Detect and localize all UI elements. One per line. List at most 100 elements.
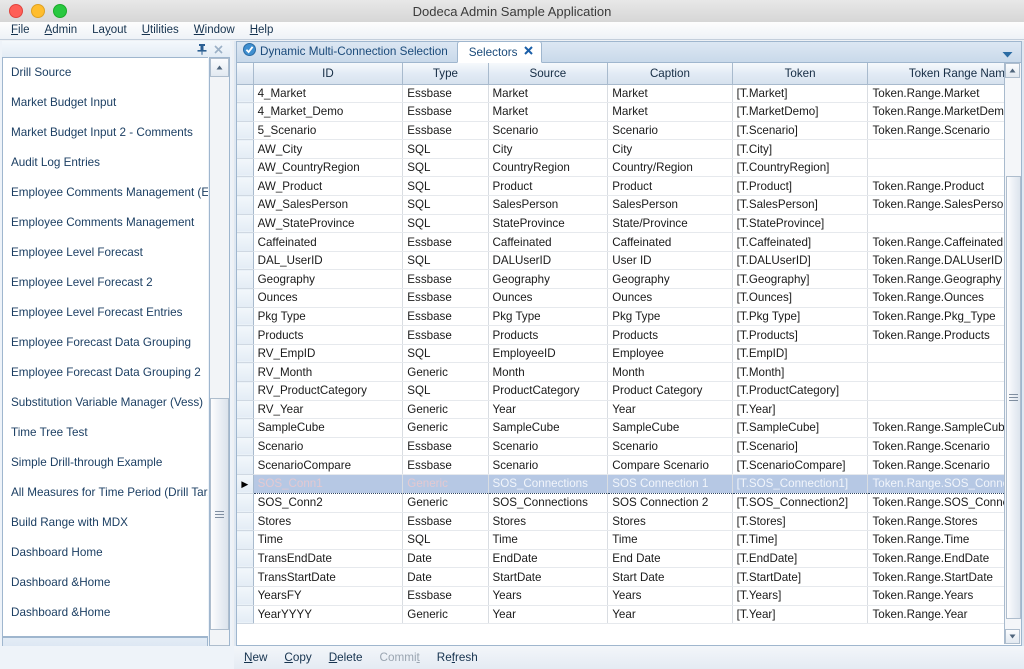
table-cell[interactable]: Token.Range.Product	[867, 176, 1021, 197]
table-cell[interactable]: Scenario	[488, 121, 609, 141]
row-header-cell[interactable]	[237, 288, 254, 308]
row-header-cell[interactable]	[237, 586, 254, 606]
table-cell[interactable]: Token.Range.MarketDemo	[867, 102, 1021, 122]
table-cell[interactable]: Market	[607, 84, 733, 104]
table-cell[interactable]	[867, 139, 1021, 159]
table-cell[interactable]: [T.Ounces]	[732, 288, 869, 308]
table-cell[interactable]: [T.Scenario]	[732, 437, 869, 457]
table-row[interactable]: AW_StateProvince SQL StateProvince State/Pr…	[237, 214, 1021, 234]
table-cell[interactable]: [T.Geography]	[732, 269, 869, 290]
table-cell[interactable]: [T.Year]	[732, 400, 869, 420]
table-row[interactable]: Pkg Type Essbase Pkg Type Pkg Type [T.Pkg Ty…	[237, 307, 1021, 327]
table-row[interactable]: YearsFY Essbase Years Years [T.Years] Token.R…	[237, 586, 1021, 606]
table-cell[interactable]: Time	[253, 530, 404, 550]
row-header-cell[interactable]	[237, 530, 254, 550]
table-cell[interactable]	[867, 381, 1021, 401]
sidebar-item[interactable]: Dashboard Home	[3, 538, 208, 568]
table-cell[interactable]: Token.Range.Years	[867, 586, 1021, 606]
table-cell[interactable]	[867, 158, 1021, 178]
table-cell[interactable]: Token.Range.SalesPerson	[867, 195, 1021, 215]
table-cell[interactable]: SOS_Connections	[488, 493, 609, 513]
table-cell[interactable]	[867, 362, 1021, 382]
row-header-cell[interactable]	[237, 121, 254, 141]
table-cell[interactable]: City	[488, 139, 609, 159]
sidebar-item[interactable]: Build Range with MDX	[3, 508, 208, 538]
sidebar-item[interactable]: Employee Forecast Data Grouping 2	[3, 358, 208, 388]
table-cell[interactable]: Time	[488, 530, 609, 550]
table-cell[interactable]: Pkg Type	[253, 307, 404, 327]
selectors-grid[interactable]: ID Type Source Caption Token Token Range Name…	[236, 63, 1022, 646]
table-cell[interactable]: [T.SOS_Connection2]	[732, 493, 869, 513]
table-cell[interactable]: 4_Market_Demo	[253, 102, 404, 122]
sidebar-item[interactable]: Headcount Forecast with Username	[3, 628, 208, 636]
table-cell[interactable]: Token.Range.Products	[867, 325, 1021, 345]
table-cell[interactable]: AW_City	[253, 139, 404, 159]
sidebar-item[interactable]: Drill Source	[3, 58, 208, 88]
table-cell[interactable]: SampleCube	[253, 418, 404, 438]
table-cell[interactable]: Essbase	[402, 232, 489, 252]
sidebar-item[interactable]: Dashboard &Home	[3, 598, 208, 628]
table-cell[interactable]: CountryRegion	[488, 158, 609, 178]
table-cell[interactable]: YearsFY	[253, 586, 404, 606]
close-icon[interactable]	[524, 46, 534, 58]
table-cell[interactable]: Token.Range.Market	[867, 84, 1021, 104]
table-cell[interactable]: SOS_Conn2	[253, 493, 404, 513]
table-row[interactable]: 4_Market Essbase Market Market [T.Market] Tok…	[237, 84, 1021, 104]
table-cell[interactable]: EmployeeID	[488, 344, 609, 364]
table-cell[interactable]: Token.Range.SampleCube	[867, 418, 1021, 438]
table-cell[interactable]: Essbase	[402, 307, 489, 327]
table-cell[interactable]: [T.Scenario]	[732, 121, 869, 141]
menu-item-help[interactable]: Help	[243, 23, 282, 38]
row-header-cell[interactable]	[237, 84, 254, 104]
row-header-cell[interactable]	[237, 232, 254, 252]
table-row[interactable]: Geography Essbase Geography Geography [T.Geo…	[237, 269, 1021, 290]
table-row[interactable]: Scenario Essbase Scenario Scenario [T.Scenar…	[237, 437, 1021, 457]
sidebar-scrollbar[interactable]	[209, 57, 230, 665]
table-cell[interactable]: Years	[488, 586, 609, 606]
table-cell[interactable]: StartDate	[488, 567, 609, 587]
sidebar-view-list[interactable]: Drill Source Market Budget Input Market Bu…	[2, 57, 208, 637]
delete-button[interactable]: Delete	[329, 651, 363, 664]
document-title[interactable]: Dynamic Multi-Connection Selection	[237, 43, 457, 62]
sidebar-item[interactable]: Market Budget Input 2 - Comments	[3, 118, 208, 148]
table-cell[interactable]: Token.Range.EndDate	[867, 549, 1021, 569]
table-cell[interactable]: SQL	[402, 344, 489, 364]
sidebar-item[interactable]: Substitution Variable Manager (Vess)	[3, 388, 208, 418]
table-cell[interactable]: DALUserID	[488, 251, 609, 271]
table-cell[interactable]: Essbase	[402, 84, 489, 104]
table-cell[interactable]: Scenario	[488, 437, 609, 457]
menu-item-admin[interactable]: Admin	[38, 23, 86, 38]
row-header-cell[interactable]	[237, 567, 254, 587]
new-button[interactable]: New	[244, 651, 267, 664]
menu-item-utilities[interactable]: Utilities	[135, 23, 187, 38]
row-header-cell[interactable]	[237, 400, 254, 420]
table-row[interactable]: ScenarioCompare Essbase Scenario Compare Sc…	[237, 455, 1021, 475]
row-header-cell[interactable]	[237, 307, 254, 327]
table-cell[interactable]: [T.Caffeinated]	[732, 232, 869, 252]
table-row[interactable]: RV_YearGenericYearYear[T.Year]RV_Year_Co…	[237, 400, 1021, 420]
table-cell[interactable]: SOS_Connections	[488, 473, 609, 494]
table-cell[interactable]: ScenarioCompare	[253, 455, 404, 475]
row-header-cell[interactable]	[237, 418, 254, 438]
table-cell[interactable]: Generic	[402, 605, 489, 625]
scrollbar-thumb[interactable]	[1006, 176, 1021, 619]
table-cell[interactable]: [T.StartDate]	[732, 567, 869, 587]
table-cell[interactable]: Token.Range.SOS_Connections	[867, 473, 1021, 494]
table-cell[interactable]: [T.City]	[732, 139, 869, 159]
table-cell[interactable]: Product Category	[607, 381, 733, 401]
table-cell[interactable]: Pkg Type	[488, 307, 609, 327]
scroll-up-button[interactable]	[210, 58, 229, 77]
row-header-cell[interactable]	[237, 195, 254, 215]
table-row[interactable]: Time SQL Time Time [T.Time] Token.Range.Time	[237, 530, 1021, 550]
table-cell[interactable]: [T.Pkg Type]	[732, 307, 869, 327]
table-cell[interactable]: SQL	[402, 530, 489, 550]
table-cell[interactable]: Compare Scenario	[607, 455, 733, 475]
table-cell[interactable]: Essbase	[402, 121, 489, 141]
table-cell[interactable]: [T.Market]	[732, 84, 869, 104]
table-cell[interactable]: Generic	[402, 400, 489, 420]
sidebar-item[interactable]: Employee Forecast Data Grouping	[3, 328, 208, 358]
table-cell[interactable]: 5_Scenario	[253, 121, 404, 141]
row-header-cell[interactable]	[237, 344, 254, 364]
table-cell[interactable]: AW_Product	[253, 176, 404, 197]
table-cell[interactable]: EndDate	[488, 549, 609, 569]
